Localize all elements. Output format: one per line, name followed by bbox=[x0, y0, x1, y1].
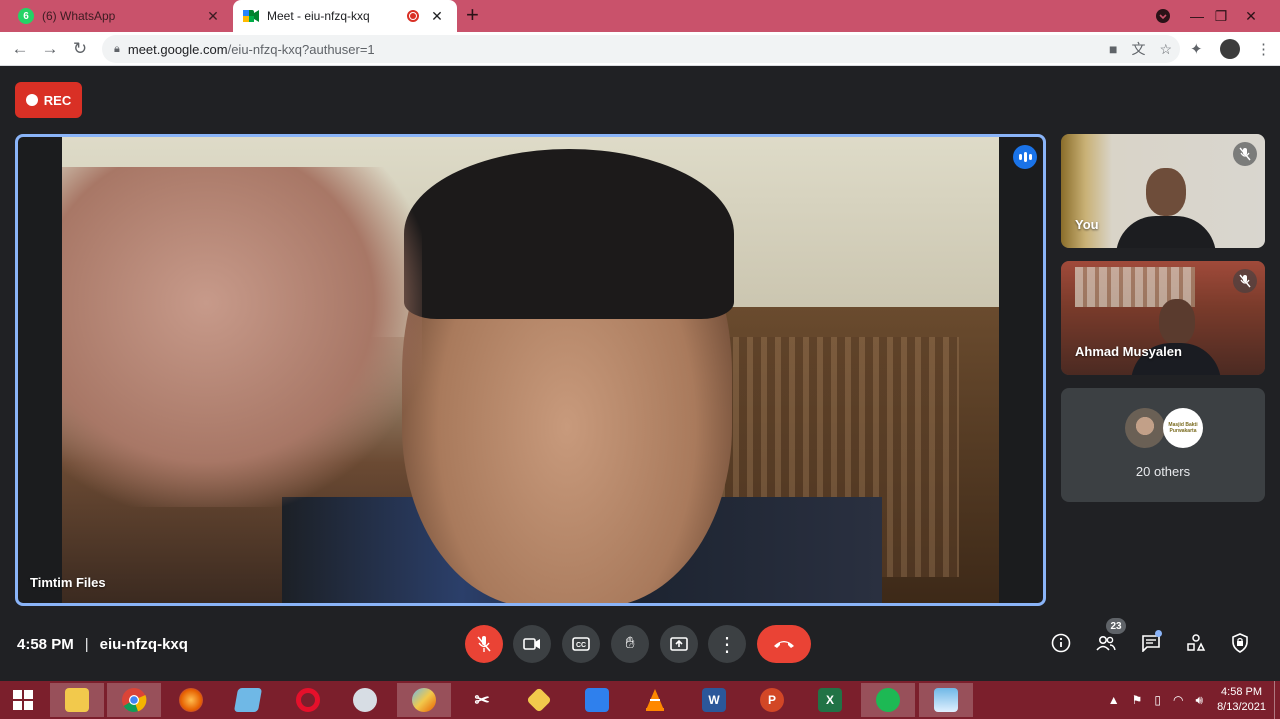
system-tray: ▲ ⚑ ▯ ◠ 🔊︎ 4:58 PM 8/13/2021 bbox=[1108, 681, 1280, 719]
browser-tab-strip: 6 (6) WhatsApp ✕ Meet - eiu-nfzq-kxq ✕ +… bbox=[0, 0, 1280, 32]
close-tab-icon[interactable]: ✕ bbox=[205, 8, 221, 25]
taskbar-time: 4:58 PM bbox=[1221, 686, 1263, 698]
people-icon[interactable] bbox=[1093, 630, 1119, 656]
close-window-icon[interactable]: ✕ bbox=[1240, 0, 1262, 32]
more-menu-icon[interactable]: ⋮ bbox=[1256, 37, 1271, 61]
powerpoint-icon[interactable]: P bbox=[745, 683, 799, 717]
tab-meet[interactable]: Meet - eiu-nfzq-kxq ✕ bbox=[233, 0, 457, 32]
browser-toolbar: ← → ↻ 🔒︎ meet.google.com/eiu-nfzq-kxq?au… bbox=[0, 32, 1280, 66]
spotify-icon[interactable] bbox=[861, 683, 915, 717]
meeting-time: 4:58 PM bbox=[17, 635, 74, 653]
app-icon[interactable] bbox=[338, 683, 392, 717]
whatsapp-icon: 6 bbox=[18, 8, 34, 24]
wifi-icon[interactable]: ◠ bbox=[1173, 693, 1183, 707]
extensions-icon[interactable]: ✦ bbox=[1190, 37, 1203, 61]
others-count: 20 others bbox=[1135, 464, 1191, 479]
restore-icon[interactable]: ❐ bbox=[1210, 0, 1232, 32]
participant-tile-ahmad[interactable]: Ahmad Musyalen bbox=[1061, 261, 1265, 375]
paint-icon[interactable] bbox=[397, 683, 451, 717]
show-hidden-icons[interactable]: ▲ bbox=[1108, 693, 1120, 707]
record-dot-icon bbox=[25, 94, 38, 106]
url-host: meet.google.com bbox=[127, 41, 228, 57]
google-meet-icon bbox=[243, 8, 259, 24]
battery-icon[interactable]: ▯ bbox=[1154, 693, 1161, 707]
raise-hand-button[interactable]: ✋︎ bbox=[611, 625, 649, 663]
minimize-icon[interactable]: — bbox=[1186, 0, 1208, 32]
mic-off-icon bbox=[1233, 269, 1257, 293]
app-icon[interactable] bbox=[512, 683, 566, 717]
camera-icon[interactable]: ■ bbox=[1109, 41, 1117, 57]
windows-start-icon[interactable] bbox=[0, 683, 46, 717]
firefox-icon[interactable] bbox=[164, 683, 218, 717]
camera-toggle-button[interactable] bbox=[513, 625, 551, 663]
word-icon[interactable]: W bbox=[687, 683, 741, 717]
separator: | bbox=[84, 635, 89, 653]
app-icon[interactable] bbox=[221, 683, 275, 717]
profile-avatar[interactable] bbox=[1220, 37, 1240, 61]
recording-indicator-icon bbox=[407, 10, 419, 22]
participant-name: Ahmad Musyalen bbox=[1075, 344, 1182, 359]
bookmark-star-icon[interactable]: ☆ bbox=[1159, 41, 1172, 58]
host-controls-icon[interactable] bbox=[1227, 630, 1253, 656]
participant-tile-you[interactable]: You bbox=[1061, 134, 1265, 248]
mic-toggle-button[interactable] bbox=[465, 625, 503, 663]
participant-avatar-logo: Masjid Bakti Purwakarta bbox=[1163, 408, 1203, 448]
speaking-indicator-icon bbox=[1013, 145, 1037, 169]
main-speaker-tile[interactable]: Timtim Files bbox=[15, 134, 1046, 606]
opera-icon[interactable] bbox=[281, 683, 335, 717]
close-tab-icon[interactable]: ✕ bbox=[429, 8, 445, 25]
vlc-icon[interactable] bbox=[628, 683, 682, 717]
main-speaker-name: Timtim Files bbox=[30, 575, 106, 590]
tab-search-icon[interactable] bbox=[1152, 0, 1174, 32]
participant-name: You bbox=[1075, 217, 1099, 232]
meeting-info-icon[interactable] bbox=[1048, 630, 1074, 656]
app-icon[interactable] bbox=[570, 683, 624, 717]
forward-icon[interactable]: → bbox=[38, 37, 62, 61]
rec-label: REC bbox=[43, 92, 72, 108]
recording-button[interactable]: REC bbox=[15, 82, 82, 118]
url-path: /eiu-nfzq-kxq?authuser=1 bbox=[227, 41, 375, 57]
activities-icon[interactable] bbox=[1183, 630, 1209, 656]
others-tile[interactable]: Masjid Bakti Purwakarta 20 others bbox=[1061, 388, 1265, 502]
participant-avatar bbox=[1125, 408, 1165, 448]
tab-label: Meet - eiu-nfzq-kxq bbox=[267, 9, 370, 23]
address-bar[interactable]: 🔒︎ meet.google.com/eiu-nfzq-kxq?authuser… bbox=[102, 35, 1180, 63]
captions-button[interactable]: CC bbox=[562, 625, 600, 663]
chrome-icon[interactable] bbox=[107, 683, 161, 717]
file-explorer-icon[interactable] bbox=[50, 683, 104, 717]
tab-label: (6) WhatsApp bbox=[42, 9, 116, 23]
taskbar-date: 8/13/2021 bbox=[1217, 701, 1266, 713]
volume-icon[interactable]: 🔊︎ bbox=[1196, 693, 1204, 708]
translate-icon[interactable]: 文 bbox=[1131, 39, 1145, 59]
chat-notification-dot bbox=[1155, 630, 1162, 637]
reload-icon[interactable]: ↻ bbox=[68, 37, 92, 61]
more-options-button[interactable]: ⋮ bbox=[708, 625, 746, 663]
meeting-code: eiu-nfzq-kxq bbox=[99, 635, 188, 653]
network-icon[interactable]: ⚑ bbox=[1132, 693, 1143, 707]
snipping-tool-icon[interactable]: ✂ bbox=[455, 683, 509, 717]
meeting-details: 4:58 PM | eiu-nfzq-kxq bbox=[17, 634, 188, 654]
present-screen-button[interactable] bbox=[660, 625, 698, 663]
lock-icon: 🔒︎ bbox=[114, 42, 120, 55]
svg-text:CC: CC bbox=[576, 642, 586, 649]
tab-whatsapp[interactable]: 6 (6) WhatsApp ✕ bbox=[8, 0, 233, 32]
main-speaker-video bbox=[62, 137, 999, 603]
excel-icon[interactable]: X bbox=[803, 683, 857, 717]
show-desktop-button[interactable] bbox=[1274, 681, 1280, 719]
new-tab-button[interactable]: + bbox=[466, 4, 479, 26]
windows-taskbar: ✂ W P X ▲ ⚑ ▯ ◠ 🔊︎ 4:58 PM 8/13/2021 bbox=[0, 681, 1280, 719]
photos-icon[interactable] bbox=[919, 683, 973, 717]
mic-off-icon bbox=[1233, 142, 1257, 166]
taskbar-clock[interactable]: 4:58 PM 8/13/2021 bbox=[1217, 685, 1266, 715]
leave-call-button[interactable] bbox=[757, 625, 811, 663]
back-icon[interactable]: ← bbox=[8, 37, 32, 61]
